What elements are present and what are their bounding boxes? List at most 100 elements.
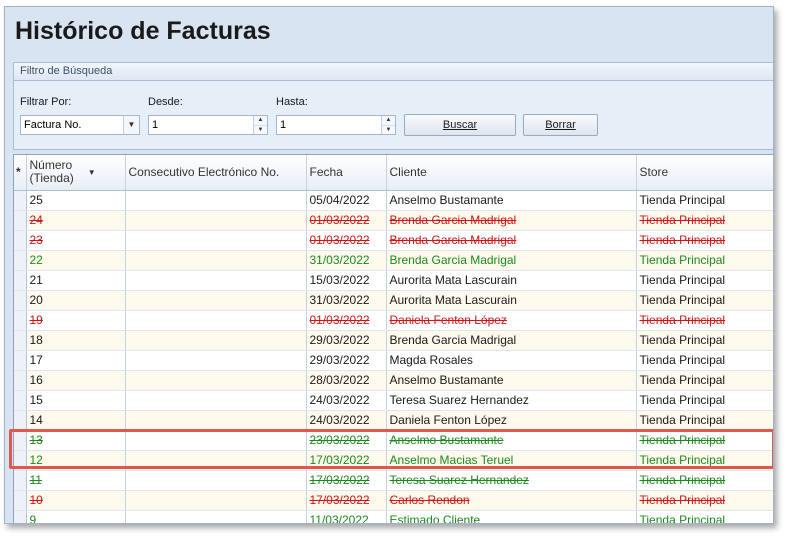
cell-consecutive: [125, 490, 307, 511]
from-stepper[interactable]: 1 ▲ ▼: [148, 115, 268, 135]
cell-number: 12: [26, 450, 126, 471]
cell-date: 31/03/2022: [306, 290, 387, 311]
cell-client: Daniela Fenton López: [386, 310, 637, 331]
cell-client: Aurorita Mata Lascurain: [386, 270, 637, 291]
row-indicator[interactable]: [14, 450, 27, 471]
table-row[interactable]: 9 11/03/2022 Estimado Cliente Tienda Princi…: [14, 510, 773, 523]
table-row[interactable]: 19 01/03/2022 Daniela Fenton López Tienda P…: [14, 310, 773, 331]
row-indicator[interactable]: [14, 490, 27, 511]
row-indicator[interactable]: [14, 390, 27, 411]
cell-number: 23: [26, 230, 126, 251]
table-row[interactable]: 21 15/03/2022 Aurorita Mata Lascurain Tiend…: [14, 270, 773, 291]
filter-by-label: Filtrar Por:: [20, 96, 72, 108]
chevron-up-icon[interactable]: ▲: [381, 116, 395, 125]
cell-store: Tienda Principal: [636, 490, 773, 511]
cell-store: Tienda Principal: [636, 330, 773, 351]
table-row[interactable]: 11 17/03/2022 Teresa Suarez Hernandez Tiend…: [14, 470, 773, 491]
table-row[interactable]: 23 01/03/2022 Brenda Garcia Madrigal Tienda…: [14, 230, 773, 251]
cell-number: 22: [26, 250, 126, 271]
to-stepper[interactable]: 1 ▲ ▼: [276, 115, 396, 135]
filter-by-select[interactable]: Factura No. ▼: [20, 115, 140, 135]
cell-consecutive: [125, 510, 307, 523]
row-indicator-header: *: [14, 155, 27, 191]
cell-date: 17/03/2022: [306, 450, 387, 471]
cell-number: 18: [26, 330, 126, 351]
cell-number: 14: [26, 410, 126, 431]
grid-header-row: * Número (Tienda) ▼ Consecutivo Electróni…: [14, 155, 773, 191]
row-indicator[interactable]: [14, 350, 27, 371]
cell-date: 01/03/2022: [306, 210, 387, 231]
filter-section-title: Filtro de Búsqueda: [14, 63, 773, 81]
invoice-history-window: Histórico de Facturas Filtro de Búsqueda…: [4, 6, 774, 524]
column-header-store[interactable]: Store: [636, 155, 773, 191]
from-label: Desde:: [148, 96, 183, 108]
chevron-down-icon[interactable]: ▼: [123, 116, 139, 134]
chevron-down-icon[interactable]: ▼: [253, 125, 267, 134]
invoice-grid: * Número (Tienda) ▼ Consecutivo Electróni…: [13, 154, 773, 523]
table-row[interactable]: 15 24/03/2022 Teresa Suarez Hernandez Tiend…: [14, 390, 773, 411]
cell-consecutive: [125, 430, 307, 451]
table-row[interactable]: 20 31/03/2022 Aurorita Mata Lascurain Tiend…: [14, 290, 773, 311]
grid-body: 25 05/04/2022 Anselmo Bustamante Tienda Pri…: [14, 190, 773, 523]
cell-consecutive: [125, 390, 307, 411]
cell-consecutive: [125, 210, 307, 231]
row-indicator[interactable]: [14, 230, 27, 251]
cell-client: Estimado Cliente: [386, 510, 637, 523]
chevron-up-icon[interactable]: ▲: [253, 116, 267, 125]
cell-consecutive: [125, 230, 307, 251]
cell-number: 16: [26, 370, 126, 391]
row-indicator[interactable]: [14, 270, 27, 291]
row-indicator[interactable]: [14, 290, 27, 311]
cell-store: Tienda Principal: [636, 510, 773, 523]
column-header-date[interactable]: Fecha: [306, 155, 387, 191]
table-row[interactable]: 22 31/03/2022 Brenda Garcia Madrigal Tienda…: [14, 250, 773, 271]
table-row[interactable]: 24 01/03/2022 Brenda Garcia Madrigal Tienda…: [14, 210, 773, 231]
cell-store: Tienda Principal: [636, 430, 773, 451]
cell-date: 31/03/2022: [306, 250, 387, 271]
chevron-down-icon[interactable]: ▼: [381, 125, 395, 134]
row-indicator[interactable]: [14, 210, 27, 231]
cell-number: 20: [26, 290, 126, 311]
cell-store: Tienda Principal: [636, 250, 773, 271]
table-row[interactable]: 13 23/03/2022 Anselmo Bustamante Tienda Pri…: [14, 430, 773, 451]
table-row[interactable]: 17 29/03/2022 Magda Rosales Tienda Principa…: [14, 350, 773, 371]
row-indicator[interactable]: [14, 370, 27, 391]
cell-consecutive: [125, 330, 307, 351]
cell-client: Brenda Garcia Madrigal: [386, 210, 637, 231]
cell-number: 17: [26, 350, 126, 371]
column-header-number[interactable]: Número (Tienda) ▼: [26, 155, 126, 191]
cell-store: Tienda Principal: [636, 350, 773, 371]
invoice-table: * Número (Tienda) ▼ Consecutivo Electróni…: [14, 155, 773, 523]
table-row[interactable]: 16 28/03/2022 Anselmo Bustamante Tienda Pri…: [14, 370, 773, 391]
row-indicator[interactable]: [14, 410, 27, 431]
cell-number: 25: [26, 190, 126, 211]
cell-consecutive: [125, 290, 307, 311]
table-row[interactable]: 14 24/03/2022 Daniela Fenton López Tienda P…: [14, 410, 773, 431]
cell-consecutive: [125, 250, 307, 271]
search-button[interactable]: Buscar: [404, 114, 516, 136]
cell-date: 01/03/2022: [306, 310, 387, 331]
cell-date: 24/03/2022: [306, 390, 387, 411]
table-row[interactable]: 18 29/03/2022 Brenda Garcia Madrigal Tienda…: [14, 330, 773, 351]
row-indicator[interactable]: [14, 190, 27, 211]
cell-store: Tienda Principal: [636, 270, 773, 291]
row-indicator[interactable]: [14, 510, 27, 523]
cell-client: Brenda Garcia Madrigal: [386, 230, 637, 251]
table-row[interactable]: 12 17/03/2022 Anselmo Macias Teruel Tienda …: [14, 450, 773, 471]
row-indicator[interactable]: [14, 430, 27, 451]
row-indicator[interactable]: [14, 330, 27, 351]
cell-number: 19: [26, 310, 126, 331]
table-row[interactable]: 10 17/03/2022 Carlos Rendon Tienda Principa…: [14, 490, 773, 511]
cell-store: Tienda Principal: [636, 450, 773, 471]
cell-date: 11/03/2022: [306, 510, 387, 523]
column-header-consecutive[interactable]: Consecutivo Electrónico No.: [125, 155, 307, 191]
clear-button[interactable]: Borrar: [523, 114, 598, 136]
column-header-client[interactable]: Cliente: [386, 155, 637, 191]
row-indicator[interactable]: [14, 250, 27, 271]
cell-client: Teresa Suarez Hernandez: [386, 390, 637, 411]
filter-by-value: Factura No.: [24, 119, 82, 131]
row-indicator[interactable]: [14, 470, 27, 491]
table-row[interactable]: 25 05/04/2022 Anselmo Bustamante Tienda Pri…: [14, 190, 773, 211]
row-indicator[interactable]: [14, 310, 27, 331]
cell-number: 9: [26, 510, 126, 523]
